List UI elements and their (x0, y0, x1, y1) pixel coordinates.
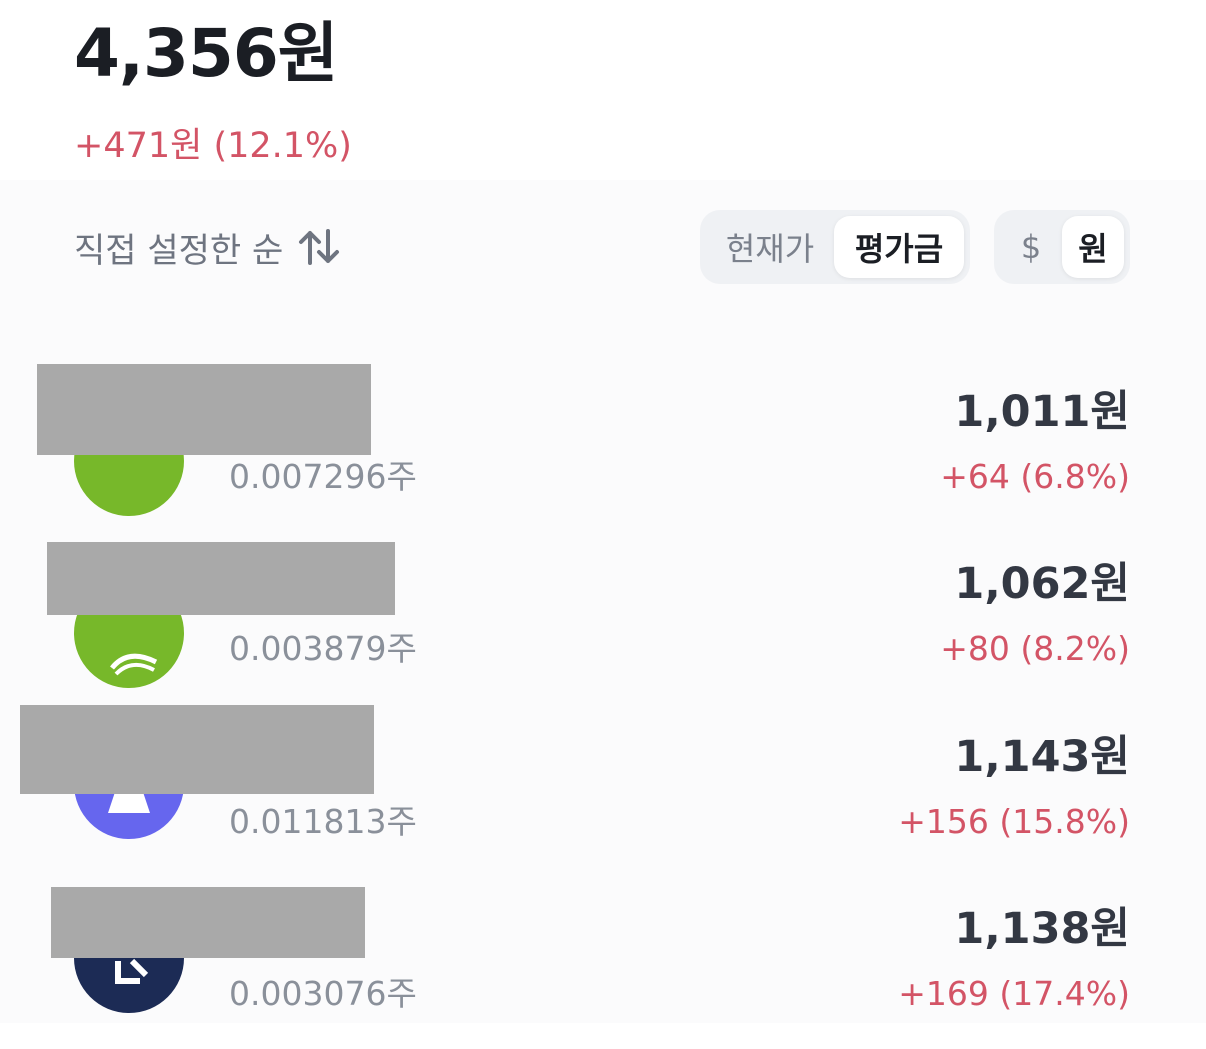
price-type-toggle: 현재가 평가금 (700, 210, 970, 284)
stock-name-redacted (47, 542, 395, 615)
stock-name-redacted (51, 887, 365, 958)
holdings-screen: 4,356원 +471원 (12.1%) 직접 설정한 순 현재가 평가금 $ … (0, 0, 1206, 1023)
stock-shares: 0.003076주 (229, 974, 417, 1013)
total-value: 4,356원 (74, 15, 338, 92)
stock-change: +156 (15.8%) (898, 802, 1130, 841)
stock-name-redacted (20, 705, 374, 794)
currency-option-usd[interactable]: $ (1000, 216, 1062, 278)
stock-shares: 0.011813주 (229, 802, 417, 841)
sort-arrows-icon (297, 227, 341, 267)
price-type-option-current[interactable]: 현재가 (706, 216, 834, 278)
sort-order-button[interactable]: 직접 설정한 순 (74, 222, 341, 272)
stock-value: 1,138원 (954, 904, 1130, 954)
price-type-option-valuation[interactable]: 평가금 (834, 216, 964, 278)
stock-shares: 0.003879주 (229, 629, 417, 668)
stock-shares: 0.007296주 (229, 457, 417, 496)
holding-row[interactable]: 0.003076주 1,138원 +169 (17.4%) (0, 877, 1206, 1049)
stock-change: +64 (6.8%) (940, 457, 1130, 496)
holding-row[interactable]: 0.003879주 1,062원 +80 (8.2%) (0, 532, 1206, 704)
holding-row[interactable]: 0.007296주 1,011원 +64 (6.8%) (0, 360, 1206, 532)
stock-value: 1,143원 (954, 732, 1130, 782)
stock-name-redacted (37, 364, 371, 455)
currency-option-krw[interactable]: 원 (1062, 216, 1124, 278)
stock-change: +169 (17.4%) (898, 974, 1130, 1013)
sort-label: 직접 설정한 순 (74, 230, 284, 271)
stock-value: 1,011원 (954, 387, 1130, 437)
stock-change: +80 (8.2%) (940, 629, 1130, 668)
stock-value: 1,062원 (954, 559, 1130, 609)
total-change: +471원 (12.1%) (74, 126, 352, 166)
currency-toggle: $ 원 (994, 210, 1130, 284)
holding-row[interactable]: 0.011813주 1,143원 +156 (15.8%) (0, 705, 1206, 877)
